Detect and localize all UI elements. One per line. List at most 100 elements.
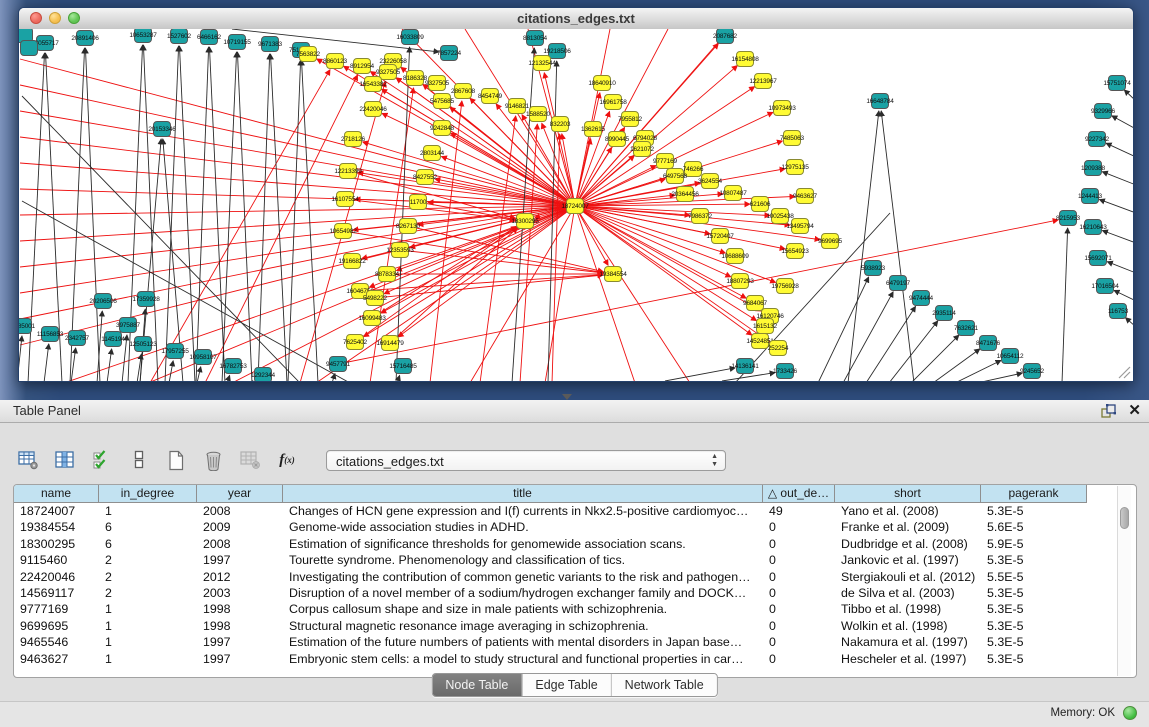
table-row[interactable]: 1938455462009Genome-wide association stu… — [14, 519, 1136, 535]
graph-node-label: 746266 — [683, 166, 704, 173]
cell-short: Dudbridge et al. (2008) — [835, 536, 981, 552]
graph-edge — [1125, 318, 1133, 327]
graph-node-label: 1527602 — [167, 33, 191, 40]
cell-in_degree: 1 — [99, 618, 197, 634]
close-panel-icon[interactable]: ✕ — [1128, 402, 1141, 420]
graph-edge — [302, 60, 318, 381]
show-columns-icon[interactable] — [53, 448, 77, 472]
memory-ok-indicator-icon[interactable] — [1123, 706, 1137, 720]
table-row[interactable]: 977716911998Corpus callosum shape and si… — [14, 601, 1136, 617]
citation-network-graph[interactable]: 1405571720891406106532871527602646616210… — [19, 29, 1133, 381]
table-scrollbar-thumb[interactable] — [1120, 507, 1129, 529]
graph-node-label: 10688609 — [721, 253, 749, 260]
graph-node-label: 12132544 — [528, 60, 556, 67]
network-window-titlebar[interactable]: citations_edges.txt — [19, 8, 1133, 30]
column-header-name[interactable]: name — [14, 485, 99, 503]
cell-short: Franke et al. (2009) — [835, 519, 981, 535]
graph-edge — [881, 111, 914, 381]
graph-node-label: 12975135 — [781, 164, 809, 171]
cell-in_degree: 1 — [99, 651, 197, 667]
cell-name: 19384554 — [14, 519, 99, 535]
graph-node-label: 5938923 — [861, 265, 885, 272]
import-table-icon[interactable] — [238, 448, 262, 472]
graph-edge — [197, 367, 201, 381]
resize-grip-icon[interactable] — [1115, 365, 1131, 379]
graph-node-label: 9684067 — [743, 300, 767, 307]
table-row[interactable]: 1456911722003Disruption of a novel membe… — [14, 585, 1136, 601]
graph-node-label: 116753 — [1108, 308, 1129, 315]
graph-edge — [271, 54, 287, 381]
graph-edge — [1102, 172, 1133, 185]
cell-year: 2003 — [197, 585, 283, 601]
cell-out_de: 0 — [763, 569, 835, 585]
graph-node[interactable] — [21, 41, 38, 56]
cell-title: Estimation of significance thresholds fo… — [283, 536, 763, 552]
network-view-canvas[interactable]: 1405571720891406106532871527602646616210… — [19, 29, 1133, 381]
graph-node-label: 19166822 — [338, 258, 366, 265]
table-row[interactable]: 911546021997Tourette syndrome. Phenomeno… — [14, 552, 1136, 568]
table-row[interactable]: 1830029562008Estimation of significance … — [14, 536, 1136, 552]
row-height-icon[interactable] — [127, 448, 151, 472]
graph-node-label: 9463627 — [793, 193, 817, 200]
column-header-year[interactable]: year — [197, 485, 283, 503]
graph-node-label: 7485063 — [780, 135, 804, 142]
column-header-short[interactable]: short — [835, 485, 981, 503]
graph-node-label: 16543382 — [359, 81, 387, 88]
graph-node-label: 15716485 — [389, 363, 417, 370]
close-window-icon[interactable] — [30, 12, 42, 24]
column-header-in_degree[interactable]: in_degree — [99, 485, 197, 503]
table-row[interactable]: 969969511998Structural magnetic resonanc… — [14, 618, 1136, 634]
cell-in_degree: 1 — [99, 601, 197, 617]
column-header-title[interactable]: title — [283, 485, 763, 503]
graph-edge — [375, 275, 603, 298]
graph-node-label: 2718126 — [341, 136, 365, 143]
graph-node-label: 5475685 — [430, 98, 454, 105]
cell-out_de: 0 — [763, 651, 835, 667]
cell-name: 9463627 — [14, 651, 99, 667]
graph-node-label: 3624554 — [698, 178, 722, 185]
table-settings-icon[interactable] — [16, 448, 40, 472]
new-table-icon[interactable] — [164, 448, 188, 472]
cell-short: Yano et al. (2008) — [835, 503, 981, 519]
graph-node-label: 9185001 — [19, 323, 36, 330]
graph-edge — [258, 54, 270, 381]
float-window-icon[interactable] — [1100, 403, 1116, 419]
graph-edge — [575, 206, 785, 249]
graph-node-label: 10654112 — [997, 353, 1024, 360]
minimize-window-icon[interactable] — [49, 12, 61, 24]
graph-edge — [1107, 262, 1133, 273]
graph-node-label: 17359928 — [132, 296, 160, 303]
table-row[interactable]: 946554611997Estimation of the future num… — [14, 634, 1136, 650]
delete-table-icon[interactable] — [201, 448, 225, 472]
column-header-pagerank[interactable]: pagerank — [981, 485, 1087, 503]
cell-in_degree: 6 — [99, 519, 197, 535]
cell-title: Embryonic stem cells: a model to study s… — [283, 651, 763, 667]
graph-node-label: 17957255 — [161, 348, 189, 355]
graph-node-label: 10807487 — [719, 190, 747, 197]
tab-edge-table[interactable]: Edge Table — [521, 674, 610, 696]
tab-network-table[interactable]: Network Table — [611, 674, 717, 696]
graph-node-label: 9327505 — [376, 69, 400, 76]
graph-node-label: 9245652 — [1020, 368, 1044, 375]
zoom-window-icon[interactable] — [68, 12, 80, 24]
graph-node-label: 12213967 — [749, 78, 777, 85]
graph-node-label: 12505123 — [129, 341, 157, 348]
select-columns-icon[interactable] — [90, 448, 114, 472]
graph-node-label: 16961758 — [599, 99, 627, 106]
table-row[interactable]: 2242004622012Investigating the contribut… — [14, 569, 1136, 585]
cell-name: 9465546 — [14, 634, 99, 650]
node-table: namein_degreeyeartitle△ out_de…shortpage… — [13, 484, 1137, 678]
graph-edge — [1102, 230, 1133, 243]
table-row[interactable]: 946362711997Embryonic stem cells: a mode… — [14, 651, 1136, 667]
tab-node-table[interactable]: Node Table — [432, 674, 521, 696]
cell-pagerank: 5.3E-5 — [981, 601, 1087, 617]
network-table-selector[interactable]: citations_edges.txt ▲▼ — [326, 450, 726, 471]
table-scrollbar[interactable] — [1117, 486, 1131, 676]
graph-node-label: 1733426 — [773, 368, 797, 375]
function-builder-icon[interactable]: f(x) — [275, 448, 299, 472]
graph-edge — [1062, 228, 1068, 381]
table-row[interactable]: 1872400712008Changes of HCN gene express… — [14, 503, 1136, 519]
graph-node-label: 17016504 — [1091, 283, 1119, 290]
graph-node-label: 16107554 — [331, 196, 359, 203]
column-header-out_de[interactable]: △ out_de… — [763, 485, 835, 503]
